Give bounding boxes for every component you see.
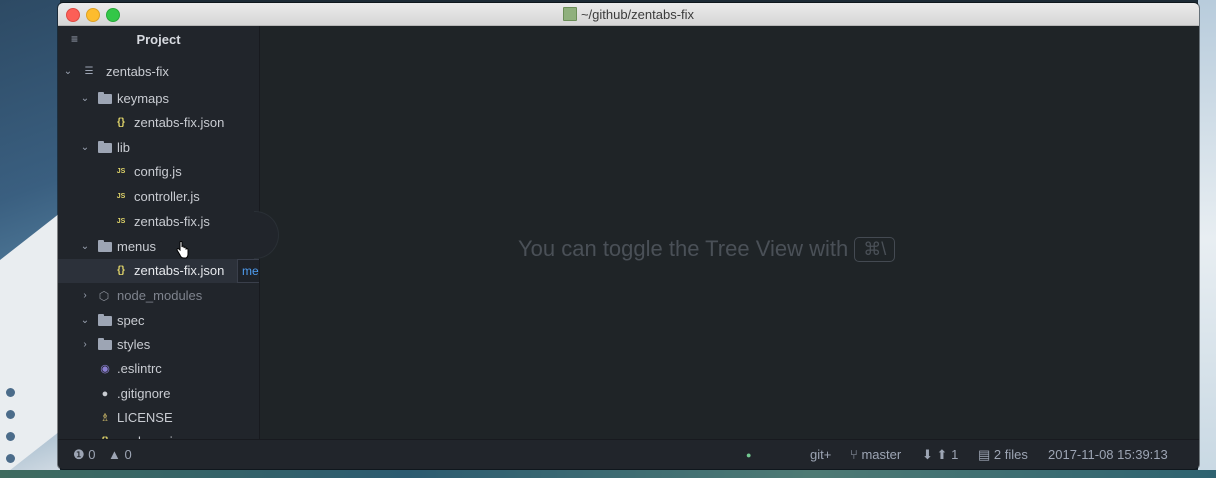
title-bar[interactable]: ~/github/zentabs-fix [58, 3, 1199, 26]
shortcut-keys: ⌘\ [854, 237, 896, 262]
tree-item-label: zentabs-fix.json [134, 263, 225, 278]
chevron-down-icon[interactable]: ⌄ [80, 136, 90, 160]
chevron-down-icon[interactable]: ⌄ [80, 235, 90, 259]
git-branch-icon: ⑂ [850, 447, 858, 462]
arrow-down-icon: ⬇ [922, 447, 933, 462]
tree-view-header: ≡ Project [58, 26, 259, 54]
branch-name: master [861, 447, 902, 462]
tree-root[interactable]: ⌄ ☰ zentabs-fix [58, 60, 259, 84]
json-file-icon: {} [98, 430, 112, 439]
folder-icon [98, 92, 112, 104]
chevron-down-icon[interactable]: ⌄ [80, 309, 90, 333]
node-icon: ⬡ [98, 289, 110, 303]
tree-item-license[interactable]: ♗ LICENSE [58, 406, 259, 430]
toggle-tree-view-hint: You can toggle the Tree View with ⌘\ [518, 236, 896, 262]
json-file-icon: {} [117, 117, 125, 128]
folder-icon [98, 314, 112, 326]
status-dot: ● [746, 450, 752, 460]
file-diff-icon: ▤ [978, 447, 991, 462]
hint-text: You can toggle the Tree View with [518, 236, 849, 261]
tree-item-keymaps[interactable]: ⌄ keymaps [58, 87, 259, 111]
ahead-count: 1 [951, 447, 959, 462]
tree-item-label: package.json [117, 430, 194, 439]
tree-item-gitignore[interactable]: ● .gitignore [58, 382, 259, 406]
tree-item-package-json[interactable]: {} package.json [58, 430, 259, 439]
desktop-paper-holes [6, 380, 26, 478]
tree-item-styles[interactable]: › styles [58, 333, 259, 357]
tree-item-lib[interactable]: ⌄ lib [58, 136, 259, 160]
tree-item-config-js[interactable]: JS config.js [58, 160, 259, 184]
tree-item-eslintrc[interactable]: ◉ .eslintrc [58, 357, 259, 381]
warning-count[interactable]: ▲ 0 [108, 440, 132, 469]
error-count-value: 0 [88, 447, 96, 462]
tree-view-title: Project [136, 32, 181, 47]
tree-item-label: LICENSE [117, 410, 173, 425]
license-icon: ♗ [100, 412, 110, 424]
warning-count-value: 0 [124, 447, 132, 462]
tree-item-label: lib [117, 140, 131, 155]
github-icon: ● [101, 388, 109, 400]
tree-item-label: zentabs-fix.json [134, 115, 225, 130]
changed-files-count: 2 files [993, 447, 1028, 462]
arrow-up-icon: ⬆ [936, 447, 948, 462]
atom-window: ~/github/zentabs-fix ≡ Project ⌄ ☰ zenta… [58, 3, 1199, 469]
tree-item-label: .eslintrc [117, 361, 162, 376]
tree-item-label: controller.js [134, 189, 200, 204]
tree-item-keymaps-json[interactable]: {} zentabs-fix.json [58, 111, 259, 135]
tree-item-menus-json[interactable]: {} zentabs-fix.json me [58, 259, 259, 283]
folder-icon [98, 338, 112, 350]
status-bar: ❶ 0 ▲ 0 ● git+ ⑂ master ⬇ ⬆ 1 ▤ 2 files … [58, 439, 1199, 469]
tree-view-resize-handle[interactable] [254, 211, 279, 259]
tree-item-menus[interactable]: ⌄ menus [58, 235, 259, 259]
git-sync[interactable]: ⬇ ⬆ 1 [922, 440, 958, 469]
window-title-text: ~/github/zentabs-fix [580, 7, 695, 22]
tree-item-label: menus [117, 239, 157, 254]
chevron-right-icon[interactable]: › [80, 333, 90, 357]
js-file-icon: JS [116, 168, 126, 175]
tree-item-zentabs-fix-js[interactable]: JS zentabs-fix.js [58, 210, 259, 234]
desktop-bottom-edge [0, 470, 1216, 478]
editor-pane[interactable]: You can toggle the Tree View with ⌘\ [254, 26, 1199, 439]
tree-root-label: zentabs-fix [106, 64, 169, 79]
tree-item-controller-js[interactable]: JS controller.js [58, 185, 259, 209]
drag-overflow-tag: me [237, 259, 259, 283]
tree-item-label: spec [117, 313, 145, 328]
js-file-icon: JS [116, 193, 126, 200]
project-icon [562, 7, 577, 21]
tree-item-label: .gitignore [117, 386, 171, 401]
folder-icon [98, 240, 112, 252]
tree-item-label: config.js [134, 164, 182, 179]
json-file-icon: {} [117, 265, 125, 276]
error-icon: ❶ [73, 447, 85, 462]
hand-cursor-icon [176, 241, 189, 259]
tree-item-label: zentabs-fix.js [134, 214, 210, 229]
warning-icon: ▲ [108, 447, 121, 462]
clock: 2017-11-08 15:39:13 [1048, 447, 1168, 462]
chevron-down-icon[interactable]: ⌄ [63, 60, 73, 84]
js-file-icon: JS [116, 218, 126, 225]
tree-item-node-modules[interactable]: › ⬡ node_modules [58, 284, 259, 308]
changed-files[interactable]: ▤ 2 files [978, 440, 1028, 469]
tree-item-label: styles [117, 337, 151, 352]
eslint-icon: ◉ [100, 363, 110, 375]
chevron-down-icon[interactable]: ⌄ [80, 87, 90, 111]
tree-view[interactable]: ≡ Project ⌄ ☰ zentabs-fix ⌄ keymaps {} z… [58, 26, 260, 439]
tree-item-label: node_modules [117, 288, 203, 303]
branch-selector[interactable]: ⑂ master [850, 440, 901, 469]
desktop-right-edge [1198, 0, 1216, 478]
folder-icon [98, 141, 112, 153]
git-plus-label[interactable]: git+ [810, 440, 831, 469]
window-title: ~/github/zentabs-fix [58, 7, 1199, 22]
tree-item-label: keymaps [117, 91, 170, 106]
error-count[interactable]: ❶ 0 [73, 440, 96, 469]
tree-item-spec[interactable]: ⌄ spec [58, 309, 259, 333]
repo-icon: ☰ [84, 66, 94, 77]
chevron-right-icon[interactable]: › [80, 284, 90, 308]
